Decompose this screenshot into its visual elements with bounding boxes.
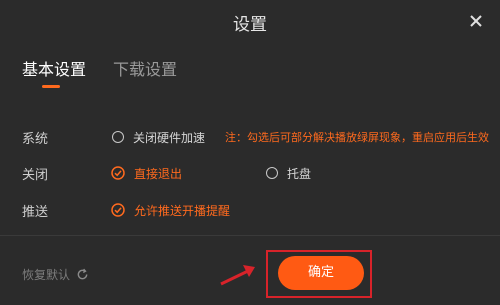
close-option-tray[interactable]: 托盘	[266, 162, 311, 184]
hardware-acceleration-label: 关闭硬件加速	[133, 130, 206, 145]
confirm-button[interactable]: 确定	[278, 256, 364, 290]
hardware-acceleration-checkbox[interactable]: 关闭硬件加速	[112, 126, 205, 148]
checked-circle-icon	[111, 166, 125, 180]
settings-row-push: 推送 允许推送开播提醒	[0, 199, 500, 221]
active-tab-indicator	[42, 85, 60, 88]
red-arrow-annotation	[220, 265, 255, 286]
footer-divider	[0, 235, 500, 236]
window-title: 设置	[233, 15, 267, 35]
restore-defaults-label: 恢复默认	[22, 268, 71, 282]
settings-row-close: 关闭 直接退出 托盘	[0, 162, 500, 184]
push-notification-label: 允许推送开播提醒	[134, 203, 231, 218]
close-label: 关闭	[22, 168, 49, 183]
checked-circle-icon	[111, 203, 125, 217]
unchecked-circle-icon	[266, 167, 278, 179]
close-option-exit-label: 直接退出	[134, 166, 183, 181]
push-notification-checkbox[interactable]: 允许推送开播提醒	[111, 199, 230, 221]
close-option-tray-label: 托盘	[287, 166, 312, 181]
settings-row-system: 系统 关闭硬件加速 注：勾选后可部分解决播放绿屏现象，重启应用后生效	[0, 126, 500, 148]
tab-download-settings[interactable]: 下载设置	[113, 56, 177, 80]
tab-basic-settings[interactable]: 基本设置	[22, 56, 86, 80]
title-bar: 设置	[0, 0, 500, 42]
push-label: 推送	[22, 205, 49, 220]
close-icon[interactable]	[466, 11, 486, 31]
refresh-icon	[77, 268, 88, 280]
restore-defaults-button[interactable]: 恢复默认	[22, 266, 89, 283]
close-option-exit[interactable]: 直接退出	[111, 162, 182, 184]
unchecked-circle-icon	[112, 131, 124, 143]
system-label: 系统	[22, 132, 49, 147]
hardware-acceleration-note: 注：勾选后可部分解决播放绿屏现象，重启应用后生效	[225, 131, 489, 144]
